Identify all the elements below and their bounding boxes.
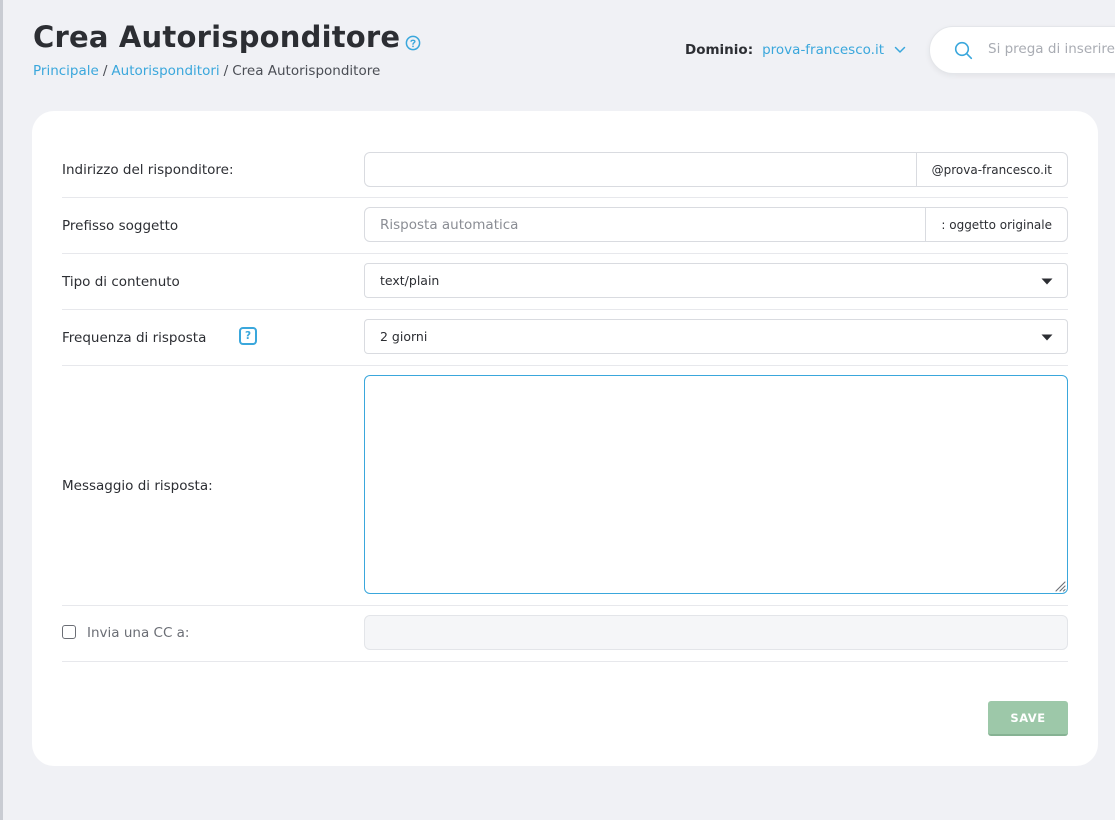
responder-domain-suffix: @prova-francesco.it	[915, 153, 1067, 186]
domain-selector[interactable]: Dominio: prova-francesco.it	[685, 42, 906, 58]
send-cc-label: Invia una CC a:	[87, 625, 190, 641]
autoresponder-form-card: Indirizzo del risponditore: @prova-franc…	[32, 111, 1098, 766]
breadcrumb: Principale / Autorisponditori / Crea Autoris…	[33, 63, 380, 79]
responder-address-group: @prova-francesco.it	[364, 152, 1068, 187]
search-input[interactable]	[988, 41, 1115, 57]
resize-grip-icon[interactable]	[1052, 578, 1066, 592]
form-row-responder-address: Indirizzo del risponditore: @prova-franc…	[62, 141, 1068, 198]
caret-down-icon	[1041, 278, 1053, 285]
form-row-content-type: Tipo di contenuto text/plain	[62, 253, 1068, 310]
reply-frequency-select[interactable]: 2 giorni	[364, 319, 1068, 354]
content-type-select[interactable]: text/plain	[364, 263, 1068, 298]
subject-prefix-label: Prefisso soggetto	[62, 218, 179, 234]
help-circle-icon[interactable]	[405, 35, 421, 51]
domain-label: Dominio:	[685, 42, 754, 58]
save-button[interactable]: SAVE	[988, 701, 1068, 736]
reply-frequency-selected: 2 giorni	[380, 329, 428, 344]
form-row-send-cc: Invia una CC a:	[62, 605, 1068, 662]
reply-message-textarea[interactable]	[364, 375, 1068, 594]
breadcrumb-separator: /	[223, 63, 229, 79]
subject-prefix-group: : oggetto originale	[364, 207, 1068, 242]
breadcrumb-section-link[interactable]: Autorisponditori	[111, 63, 219, 79]
original-subject-suffix: : oggetto originale	[925, 208, 1067, 241]
caret-down-icon	[1041, 334, 1053, 341]
page-header: Crea Autorisponditore Principale / Autoris…	[3, 0, 1115, 100]
form-row-reply-message: Messaggio di risposta:	[62, 365, 1068, 606]
responder-address-input[interactable]	[365, 153, 916, 186]
content-type-label: Tipo di contenuto	[62, 274, 180, 290]
page-title: Crea Autorisponditore	[33, 20, 401, 54]
breadcrumb-current: Crea Autorisponditore	[232, 63, 381, 79]
content-type-selected: text/plain	[380, 273, 440, 288]
domain-value[interactable]: prova-francesco.it	[762, 42, 884, 58]
send-cc-checkbox[interactable]	[62, 625, 76, 639]
breadcrumb-home-link[interactable]: Principale	[33, 63, 99, 79]
responder-address-label: Indirizzo del risponditore:	[62, 162, 234, 178]
reply-frequency-label: Frequenza di risposta	[62, 330, 207, 346]
form-row-reply-frequency: Frequenza di risposta ? 2 giorni	[62, 309, 1068, 366]
cc-address-input[interactable]	[364, 615, 1068, 650]
search-icon[interactable]	[954, 41, 973, 60]
search-box	[929, 26, 1115, 74]
question-mark-icon[interactable]: ?	[239, 327, 257, 345]
chevron-down-icon[interactable]	[894, 46, 906, 54]
subject-prefix-input[interactable]	[365, 208, 926, 241]
breadcrumb-separator: /	[102, 63, 108, 79]
reply-message-label: Messaggio di risposta:	[62, 478, 213, 494]
form-row-subject-prefix: Prefisso soggetto : oggetto originale	[62, 197, 1068, 254]
